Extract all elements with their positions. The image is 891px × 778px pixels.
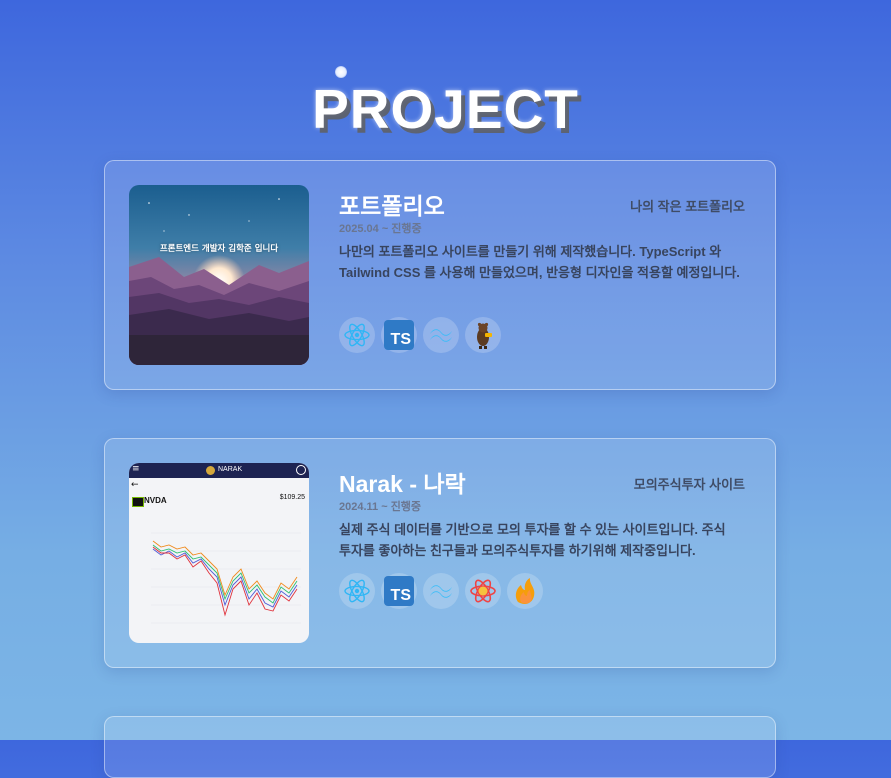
- react-query-icon: [465, 573, 501, 609]
- tailwind-icon: [423, 317, 459, 353]
- nvidia-logo-icon: [132, 497, 144, 507]
- thumbnail-caption: 프론트엔드 개발자 김학준 입니다: [159, 244, 279, 254]
- settings-icon: [296, 465, 306, 475]
- menu-icon: ≡: [132, 464, 140, 474]
- project-period: 2024.11 ~ 진행중: [339, 501, 422, 513]
- landscape-illustration: [129, 185, 309, 365]
- stock-line-chart: [151, 532, 301, 624]
- stock-ticker: NVDA: [144, 496, 167, 505]
- typescript-label: TS: [390, 331, 411, 348]
- back-arrow-icon: ←: [131, 480, 139, 490]
- project-subtitle: 나의 작은 포트폴리오: [630, 199, 745, 214]
- project-description: 실제 주식 데이터를 기반으로 모의 투자를 할 수 있는 사이트입니다. 주식…: [339, 522, 726, 558]
- project-description: 나만의 포트폴리오 사이트를 만들기 위해 제작했습니다. TypeScript…: [339, 244, 740, 280]
- tech-stack: TS: [339, 573, 543, 609]
- project-card-third[interactable]: [104, 716, 776, 778]
- typescript-icon: TS: [381, 317, 417, 353]
- typescript-icon: TS: [381, 573, 417, 609]
- decorative-glow-dot: [335, 66, 347, 78]
- react-icon: [339, 317, 375, 353]
- project-thumbnail[interactable]: 프론트엔드 개발자 김학준 입니다: [129, 185, 309, 365]
- zustand-icon: [465, 317, 501, 353]
- coin-logo-icon: [206, 466, 215, 475]
- section-title: PROJECT: [312, 78, 579, 140]
- project-name: 포트폴리오: [339, 193, 445, 219]
- app-name: NARAK: [218, 466, 243, 473]
- project-card-portfolio[interactable]: 프론트엔드 개발자 김학준 입니다 포트폴리오 나의 작은 포트폴리오 2025…: [104, 160, 776, 390]
- firebase-icon: [507, 573, 543, 609]
- react-icon: [339, 573, 375, 609]
- stock-price: $109.25: [279, 494, 305, 501]
- project-subtitle: 모의주식투자 사이트: [633, 477, 745, 492]
- tech-stack: TS: [339, 317, 501, 353]
- project-thumbnail[interactable]: ≡ NARAK ← NVDA $109.25: [129, 463, 309, 643]
- app-header-bar: ≡ NARAK: [129, 463, 309, 478]
- project-name: Narak - 나락: [339, 471, 466, 497]
- tailwind-icon: [423, 573, 459, 609]
- project-card-narak[interactable]: ≡ NARAK ← NVDA $109.25 Narak - 나락 모의주식투자…: [104, 438, 776, 668]
- typescript-label: TS: [390, 587, 411, 604]
- project-period: 2025.04 ~ 진행중: [339, 223, 422, 235]
